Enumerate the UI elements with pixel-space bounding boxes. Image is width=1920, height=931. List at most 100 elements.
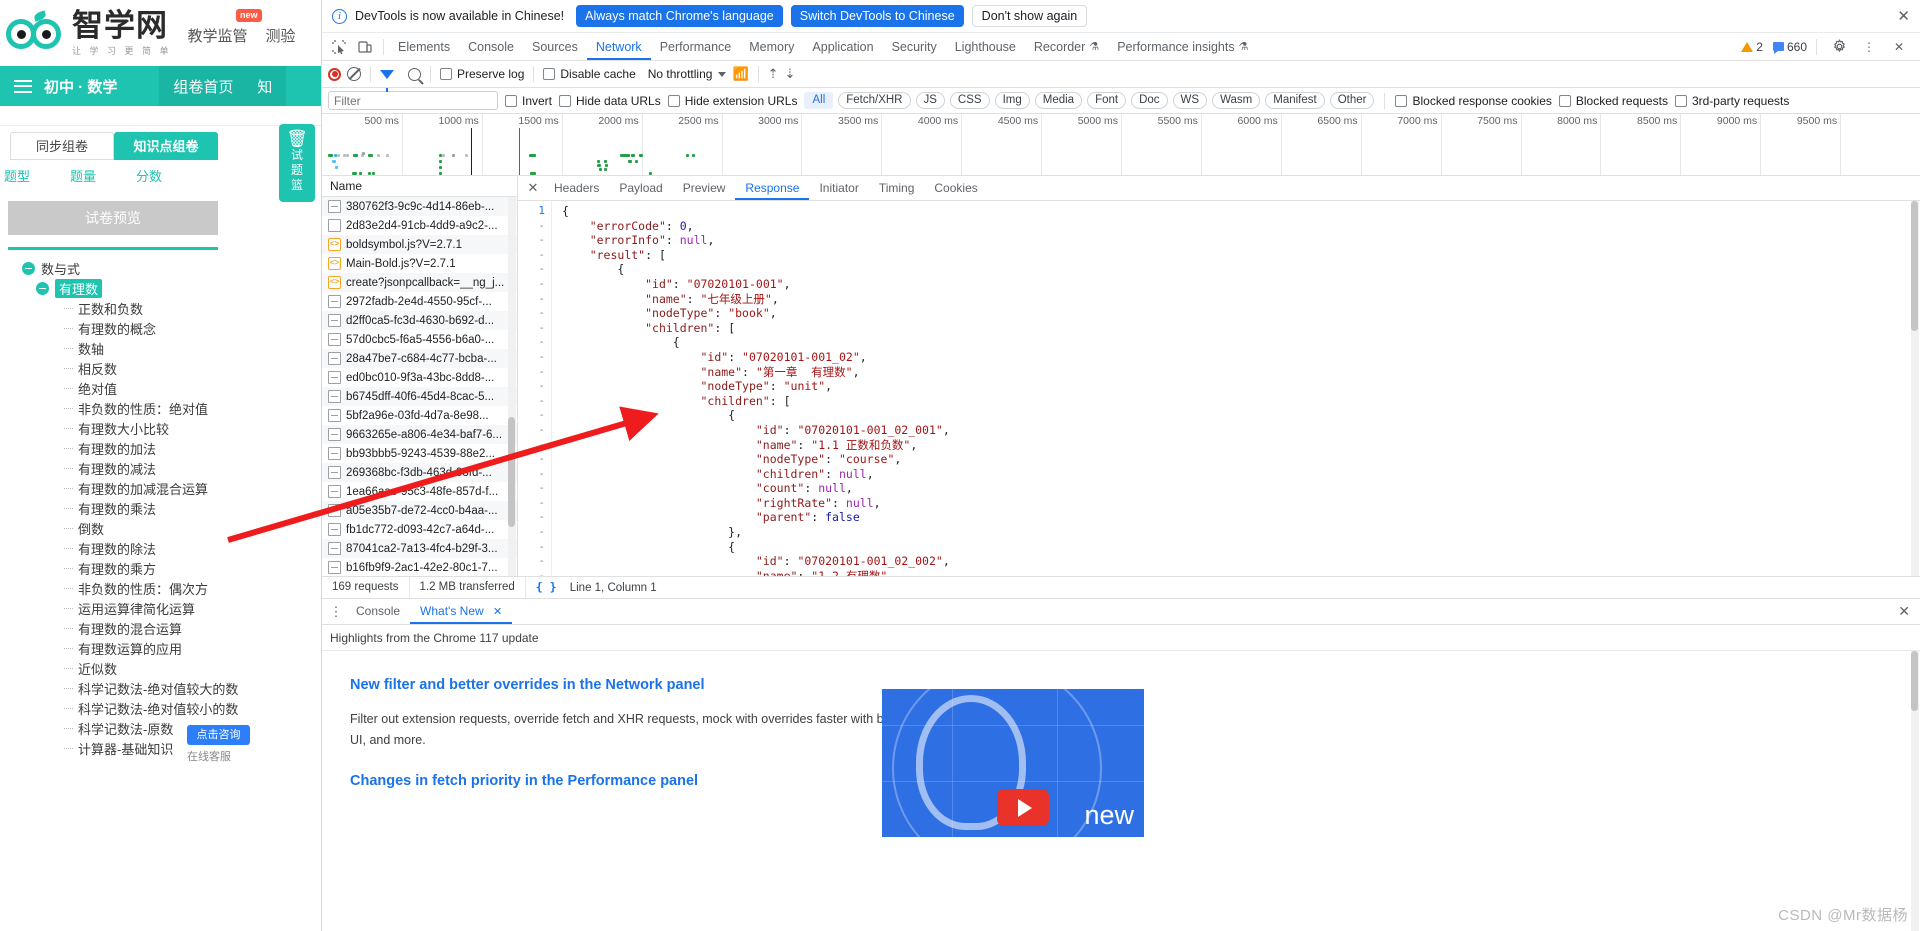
type-filter-fetch-xhr[interactable]: Fetch/XHR [838,92,911,109]
export-har-icon[interactable]: ⇣ [785,66,796,82]
request-row[interactable]: 87041ca2-7a13-4fc4-b29f-3... [322,539,517,558]
tab-sync-compose[interactable]: 同步组卷 [10,132,114,160]
detail-tab-headers[interactable]: Headers [544,176,609,200]
link-paper-home[interactable]: 组卷首页 [173,76,233,97]
request-row[interactable]: 57d0cbc5-f6a5-4556-b6a0-... [322,330,517,349]
response-scrollbar[interactable] [1911,201,1919,576]
request-row[interactable]: ed0bc010-9f3a-43bc-8dd8-... [322,368,517,387]
tree-leaf-item[interactable]: 有理数的概念 [14,318,321,338]
type-filter-js[interactable]: JS [915,92,945,109]
panel-tab-sources[interactable]: Sources [523,34,587,60]
request-row[interactable]: 1ea66aae-95c3-48fe-857d-f... [322,482,517,501]
blocked-response-cookies-checkbox[interactable]: Blocked response cookies [1395,94,1552,108]
request-row[interactable]: 380762f3-9c9c-4d14-86eb-... [322,197,517,216]
pretty-print-icon[interactable]: { } [536,580,557,594]
panel-tab-application[interactable]: Application [803,34,882,60]
tree-leaf-item[interactable]: 非负数的性质：绝对值 [14,398,321,418]
invert-checkbox[interactable]: Invert [505,94,552,108]
request-list-scrollbar[interactable] [508,197,516,576]
request-list-body[interactable]: 380762f3-9c9c-4d14-86eb-... 2d83e2d4-91cb… [322,197,517,576]
request-row[interactable]: <> Main-Bold.js?V=2.7.1 [322,254,517,273]
switch-to-chinese-button[interactable]: Switch DevTools to Chinese [790,5,964,27]
panel-tab-network[interactable]: Network [587,34,651,60]
throttling-select[interactable]: No throttling [648,67,727,81]
request-row[interactable]: d2ff0ca5-fc3d-4630-b692-d... [322,311,517,330]
tree-leaf-item[interactable]: 有理数大小比较 [14,418,321,438]
panel-tab-console[interactable]: Console [459,34,523,60]
drawer-tab-console[interactable]: Console [346,599,410,624]
close-tab-icon[interactable]: ✕ [493,606,502,618]
scrollbar-thumb[interactable] [1911,201,1918,331]
inspect-element-icon[interactable] [326,35,352,59]
tree-leaf-item[interactable]: 有理数的乘法 [14,498,321,518]
clear-icon[interactable] [347,67,361,81]
hide-extension-urls-checkbox[interactable]: Hide extension URLs [667,94,797,108]
request-row[interactable]: 5bf2a96e-03fd-4d7a-8e98... [322,406,517,425]
dont-show-again-button[interactable]: Don't show again [971,5,1088,27]
request-row[interactable]: b16fb9f9-2ac1-42e2-80c1-7... [322,558,517,576]
close-icon[interactable]: ✕ [1897,7,1910,25]
device-toolbar-icon[interactable] [352,35,378,59]
detail-tab-payload[interactable]: Payload [609,176,672,200]
tree-leaf-item[interactable]: 数轴 [14,338,321,358]
response-body-viewer[interactable]: 1--------------------------------- { "er… [518,201,1920,576]
panel-tab-lighthouse[interactable]: Lighthouse [946,34,1025,60]
gear-icon[interactable] [1826,35,1852,59]
tree-leaf-item[interactable]: 有理数的混合运算 [14,618,321,638]
request-row[interactable]: 269368bc-f3db-463d-98fd-... [322,463,517,482]
tree-leaf-item[interactable]: 计算器-基础知识 [14,738,321,758]
tree-leaf-item[interactable]: 倒数 [14,518,321,538]
panel-tab-recorder[interactable]: Recorder ⚗ [1025,34,1108,60]
nav-item-supervision[interactable]: 教学监管 new [188,8,262,46]
filter-icon[interactable] [380,69,394,92]
detail-tab-cookies[interactable]: Cookies [924,176,987,200]
more-options-icon[interactable]: ⋮ [326,604,346,620]
panel-tab-memory[interactable]: Memory [740,34,803,60]
close-devtools-icon[interactable]: ✕ [1886,35,1912,59]
type-filter-doc[interactable]: Doc [1131,92,1168,109]
hide-data-urls-checkbox[interactable]: Hide data URLs [559,94,661,108]
tree-leaf-item[interactable]: 科学记数法-绝对值较大的数 [14,678,321,698]
tree-leaf-item[interactable]: 有理数的减法 [14,458,321,478]
type-filter-media[interactable]: Media [1034,92,1083,109]
close-detail-icon[interactable]: ✕ [522,180,544,196]
panel-tab-performance[interactable]: Performance [651,34,741,60]
type-filter-manifest[interactable]: Manifest [1265,92,1325,109]
type-filter-ws[interactable]: WS [1172,92,1208,109]
play-icon[interactable] [997,789,1049,826]
type-filter-font[interactable]: Font [1087,92,1127,109]
tree-leaf-item[interactable]: 有理数运算的应用 [14,638,321,658]
online-chat-button[interactable]: 点击咨询 [187,725,250,745]
tree-leaf-item[interactable]: 正数和负数 [14,298,321,318]
panel-tab-performance-insights[interactable]: Performance insights ⚗ [1108,34,1257,60]
tree-leaf-item[interactable]: 非负数的性质：偶次方 [14,578,321,598]
tree-leaf-item[interactable]: 运用运算律简化运算 [14,598,321,618]
whats-new-video-thumbnail[interactable]: new [882,689,1144,837]
request-row[interactable]: a05e35b7-de72-4cc0-b4aa-... [322,501,517,520]
import-har-icon[interactable]: ⇡ [768,66,779,82]
tree-node-root[interactable]: 数与式 [14,258,321,278]
warning-counter[interactable]: 2 [1741,40,1763,54]
request-row[interactable]: 2d83e2d4-91cb-4dd9-a9c2-... [322,216,517,235]
disable-cache-checkbox[interactable]: Disable cache [543,67,636,81]
type-filter-other[interactable]: Other [1329,92,1375,109]
scrollbar-thumb[interactable] [508,417,515,527]
tree-leaf-item[interactable]: 有理数的除法 [14,538,321,558]
preserve-log-checkbox[interactable]: Preserve log [440,67,524,81]
detail-tab-response[interactable]: Response [735,176,809,200]
tree-leaf-item[interactable]: 有理数的乘方 [14,558,321,578]
close-drawer-icon[interactable]: ✕ [1898,603,1920,620]
type-filter-wasm[interactable]: Wasm [1212,92,1261,109]
collapse-icon[interactable] [22,261,35,275]
panel-tab-security[interactable]: Security [883,34,946,60]
tab-knowledge-compose[interactable]: 知识点组卷 [114,132,218,160]
tree-node-branch[interactable]: 有理数 [14,278,321,298]
collapse-icon[interactable] [36,281,49,295]
tree-leaf-item[interactable]: 有理数的加法 [14,438,321,458]
network-conditions-icon[interactable]: 📶 [732,66,748,82]
message-counter[interactable]: 660 [1772,40,1807,54]
tree-leaf-item[interactable]: 有理数的加减混合运算 [14,478,321,498]
tree-leaf-item[interactable]: 科学记数法-原数 [14,718,321,738]
request-row[interactable]: bb93bbb5-9243-4539-88e2... [322,444,517,463]
request-row[interactable]: <> create?jsonpcallback=__ng_j... [322,273,517,292]
